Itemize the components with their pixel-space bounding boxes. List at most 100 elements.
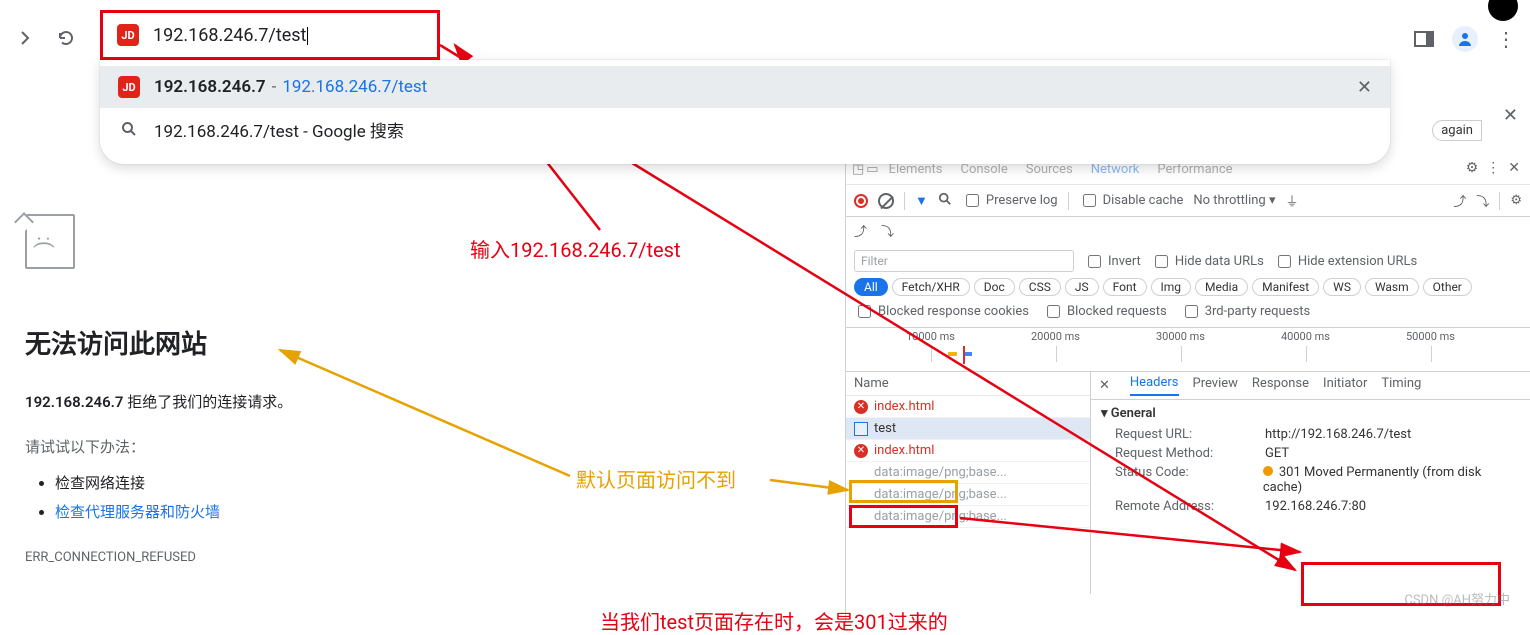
header-row: Remote Address:192.168.246.7:80 bbox=[1101, 497, 1520, 516]
filter-chip[interactable]: Doc bbox=[974, 278, 1015, 296]
name-column-header[interactable]: Name bbox=[846, 372, 1090, 396]
request-row[interactable]: ✕index.html bbox=[846, 396, 1090, 418]
network-toolbar: ▼ Preserve log Disable cache No throttli… bbox=[846, 185, 1530, 217]
filter-chip[interactable]: WS bbox=[1323, 278, 1361, 296]
invert-checkbox[interactable]: Invert bbox=[1084, 252, 1141, 271]
filter-chip[interactable]: Img bbox=[1151, 278, 1192, 296]
annotation-301: 当我们test页面存在时，会是301过来的 bbox=[600, 606, 948, 635]
suggestion-item[interactable]: JD 192.168.246.7 - 192.168.246.7/test ✕ bbox=[100, 66, 1390, 108]
jd-icon: JD bbox=[118, 76, 140, 98]
window-close-partial bbox=[1488, 0, 1518, 21]
hide-ext-urls-checkbox[interactable]: Hide extension URLs bbox=[1274, 252, 1417, 271]
error-title: 无法访问此网站 bbox=[25, 324, 292, 361]
tab-sources[interactable]: Sources bbox=[1018, 162, 1081, 177]
tab-elements[interactable]: Elements bbox=[881, 162, 951, 177]
filter-input[interactable]: Filter bbox=[854, 250, 1074, 272]
filter-chip[interactable]: Fetch/XHR bbox=[892, 278, 970, 296]
reload-button[interactable] bbox=[55, 27, 77, 49]
header-value: GET bbox=[1265, 446, 1289, 461]
timeline-label: 40000 ms bbox=[1281, 330, 1330, 343]
divider bbox=[1068, 192, 1069, 210]
request-split: Name ✕index.htmltest✕index.htmldata:imag… bbox=[846, 372, 1530, 594]
waterfall-timeline[interactable]: 10000 ms20000 ms30000 ms40000 ms50000 ms bbox=[846, 328, 1530, 372]
filter-chip[interactable]: Media bbox=[1195, 278, 1248, 296]
error-code: ERR_CONNECTION_REFUSED bbox=[25, 550, 292, 565]
request-row[interactable]: ✕ index.html bbox=[846, 440, 1090, 462]
gear-icon[interactable]: ⚙ bbox=[1466, 160, 1479, 176]
blocked-cookies-checkbox[interactable]: Blocked response cookies bbox=[854, 302, 1029, 321]
clear-button[interactable] bbox=[878, 193, 894, 209]
download-icon[interactable]: ⤵ bbox=[881, 221, 894, 240]
tab-console[interactable]: Console bbox=[952, 162, 1015, 177]
tab-preview[interactable]: Preview bbox=[1193, 376, 1238, 395]
suggestion-text: 192.168.246.7/test - Google 搜索 bbox=[154, 117, 404, 142]
filter-chip[interactable]: Other bbox=[1423, 278, 1472, 296]
header-key: Remote Address: bbox=[1115, 499, 1265, 514]
tab-initiator[interactable]: Initiator bbox=[1323, 376, 1367, 395]
timeline-label: 10000 ms bbox=[906, 330, 955, 343]
close-icon[interactable]: ✕ bbox=[1503, 105, 1518, 126]
request-row[interactable]: test bbox=[846, 418, 1090, 440]
download-icon[interactable]: ⤵ bbox=[1476, 191, 1489, 210]
tab-headers[interactable]: Headers bbox=[1130, 375, 1179, 396]
side-panel-icon[interactable] bbox=[1414, 31, 1434, 47]
filter-chip[interactable]: CSS bbox=[1019, 278, 1061, 296]
search-icon[interactable] bbox=[938, 192, 952, 210]
suggestion-item[interactable]: 192.168.246.7/test - Google 搜索 bbox=[100, 108, 1390, 150]
browser-actions: ⋮ bbox=[1414, 26, 1516, 52]
upload-icon[interactable]: ⤴ bbox=[1453, 191, 1466, 210]
close-icon[interactable]: ✕ bbox=[1099, 378, 1110, 393]
hide-data-urls-checkbox[interactable]: Hide data URLs bbox=[1151, 252, 1264, 271]
filter-chip[interactable]: Font bbox=[1103, 278, 1147, 296]
site-favicon: JD bbox=[117, 24, 139, 46]
timeline-label: 30000 ms bbox=[1156, 330, 1205, 343]
tab-response[interactable]: Response bbox=[1252, 376, 1309, 395]
request-row[interactable]: data:image/png;base... bbox=[846, 462, 1090, 484]
tab-network[interactable]: Network bbox=[1083, 162, 1148, 177]
again-chip[interactable]: again bbox=[1432, 120, 1482, 141]
divider bbox=[904, 192, 905, 210]
search-icon bbox=[118, 121, 140, 137]
remove-suggestion-icon[interactable]: ✕ bbox=[1357, 77, 1372, 98]
request-name: index.html bbox=[874, 443, 934, 458]
tab-performance[interactable]: Performance bbox=[1149, 162, 1240, 177]
header-row: Status Code:301 Moved Permanently (from … bbox=[1101, 463, 1520, 497]
upload-icon[interactable]: ⤴ bbox=[854, 221, 867, 240]
inspect-icon[interactable]: ◳ bbox=[852, 162, 864, 177]
devtools-window-controls: ⚙ ⋮ ✕ bbox=[1456, 156, 1530, 180]
record-button[interactable] bbox=[854, 194, 868, 208]
error-suggestions: 检查网络连接 检查代理服务器和防火墙 bbox=[55, 469, 292, 526]
disable-cache-checkbox[interactable]: Disable cache bbox=[1079, 191, 1184, 210]
proxy-firewall-link[interactable]: 检查代理服务器和防火墙 bbox=[55, 503, 220, 521]
section-header[interactable]: ▾ General bbox=[1101, 406, 1520, 421]
request-name: data:image/png;base... bbox=[874, 487, 1007, 502]
device-icon[interactable]: ▭ bbox=[866, 162, 878, 177]
address-bar[interactable]: JD 192.168.246.7/test bbox=[100, 10, 440, 60]
general-section: ▾ General Request URL:http://192.168.246… bbox=[1091, 400, 1530, 522]
filter-icon[interactable]: ▼ bbox=[915, 193, 928, 209]
filter-chip[interactable]: All bbox=[854, 278, 888, 296]
blocked-requests-checkbox[interactable]: Blocked requests bbox=[1043, 302, 1167, 321]
error-try-label: 请试试以下办法： bbox=[25, 436, 292, 457]
request-row[interactable]: data:image/png;base... bbox=[846, 484, 1090, 506]
kebab-menu-icon[interactable]: ⋮ bbox=[1496, 27, 1516, 51]
filter-chip[interactable]: Manifest bbox=[1252, 278, 1319, 296]
request-row[interactable]: data:image/png;base... bbox=[846, 506, 1090, 528]
third-party-checkbox[interactable]: 3rd-party requests bbox=[1181, 302, 1311, 321]
close-icon[interactable]: ✕ bbox=[1508, 160, 1520, 176]
annotation-default-fail: 默认页面访问不到 bbox=[576, 464, 736, 493]
gear-icon[interactable]: ⚙ bbox=[1510, 193, 1522, 208]
preserve-log-checkbox[interactable]: Preserve log bbox=[962, 191, 1058, 210]
filter-chip[interactable]: Wasm bbox=[1365, 278, 1419, 296]
wifi-icon[interactable]: ⏚ bbox=[1285, 191, 1298, 210]
forward-button[interactable] bbox=[15, 27, 37, 49]
error-icon: ✕ bbox=[854, 444, 868, 458]
annotation-input: 输入192.168.246.7/test bbox=[470, 234, 681, 263]
timeline-marker bbox=[965, 352, 972, 356]
tab-timing[interactable]: Timing bbox=[1381, 376, 1421, 395]
profile-button[interactable] bbox=[1452, 26, 1478, 52]
filter-chip[interactable]: JS bbox=[1065, 278, 1099, 296]
throttling-select[interactable]: No throttling ▾ bbox=[1193, 193, 1275, 208]
kebab-menu-icon[interactable]: ⋮ bbox=[1486, 160, 1500, 176]
header-value: http://192.168.246.7/test bbox=[1265, 427, 1411, 442]
